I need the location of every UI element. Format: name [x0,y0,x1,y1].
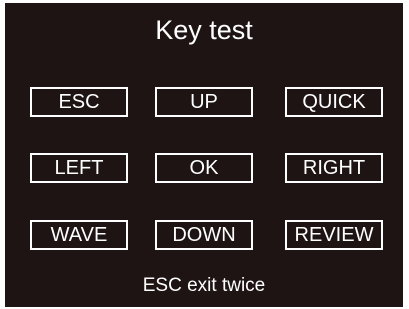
right-key-button[interactable]: RIGHT [285,153,383,183]
wave-key-button[interactable]: WAVE [30,220,128,250]
key-test-screen: Key test ESC UP QUICK LEFT OK RIGHT WAVE… [5,3,403,307]
esc-key-button[interactable]: ESC [30,87,128,117]
down-key-button[interactable]: DOWN [155,220,253,250]
page-title: Key test [155,15,253,45]
up-key-button[interactable]: UP [155,87,253,117]
review-key-button[interactable]: REVIEW [285,220,383,250]
quick-key-button[interactable]: QUICK [285,87,383,117]
ok-key-button[interactable]: OK [155,153,253,183]
left-key-button[interactable]: LEFT [30,153,128,183]
exit-hint-text: ESC exit twice [142,275,266,296]
